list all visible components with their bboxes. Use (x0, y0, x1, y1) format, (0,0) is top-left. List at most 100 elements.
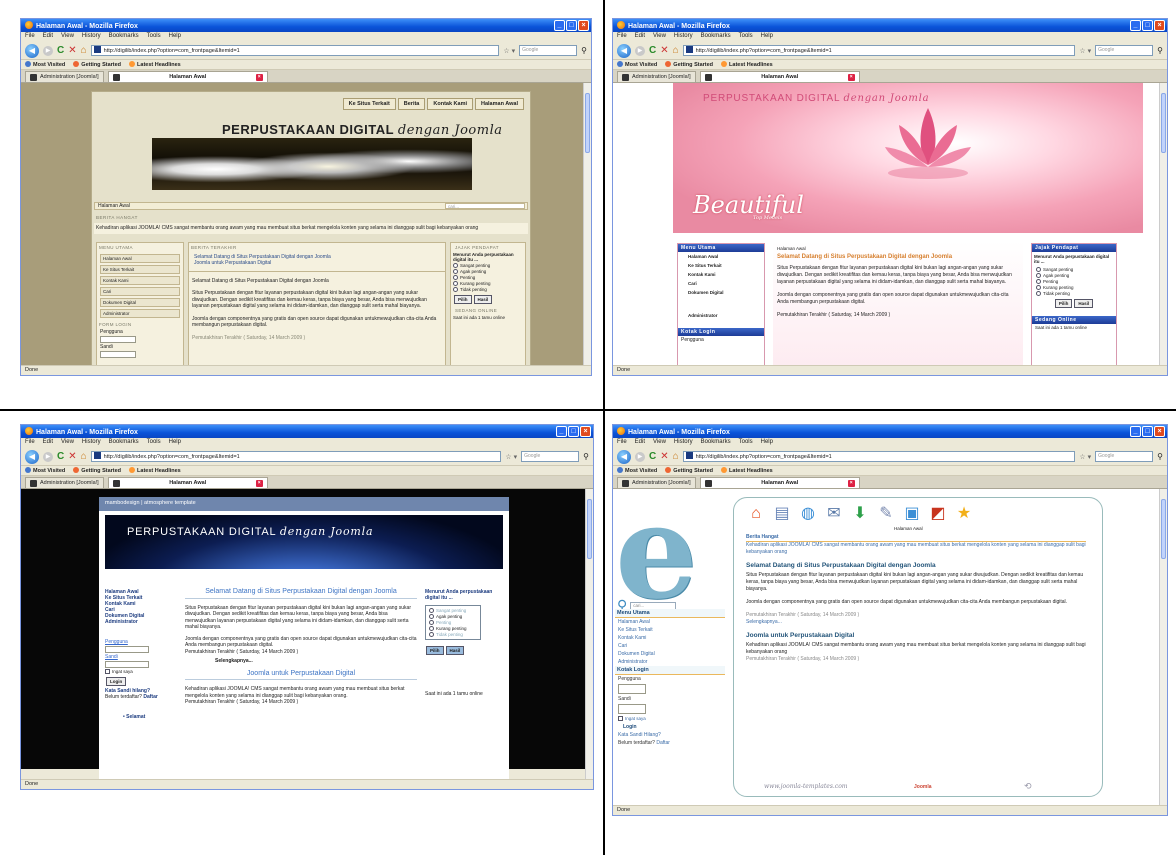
site1-menu-item[interactable]: Halaman Awal (475, 98, 524, 110)
username-field[interactable] (105, 646, 149, 653)
stop-icon[interactable]: ✕ (660, 45, 668, 56)
menu-history[interactable]: History (674, 33, 693, 39)
bookmark-star-icon[interactable]: ☆ ▾ (505, 453, 517, 461)
menu-bookmarks[interactable]: Bookmarks (701, 33, 731, 39)
sidebar-item[interactable]: Cari (615, 642, 725, 650)
back-button[interactable]: ◀ (25, 43, 39, 58)
remember-checkbox[interactable]: Ingat saya (105, 669, 175, 674)
latest-news-link[interactable]: Joomla untuk Perpustakaan Digital (189, 260, 445, 267)
tools-icon[interactable]: ✎ (876, 504, 896, 524)
star-icon[interactable]: ★ (954, 504, 974, 524)
bookmark-most-visited[interactable]: Most Visited (617, 61, 657, 68)
forgot-password-link[interactable]: Kata Sandi Hilang? (615, 731, 725, 739)
pdf-icon[interactable]: ◩ (928, 504, 948, 524)
menu-help[interactable]: Help (761, 439, 773, 445)
maximize-button[interactable]: □ (1142, 426, 1153, 437)
menu-edit[interactable]: Edit (43, 439, 53, 445)
menu-file[interactable]: File (617, 33, 627, 39)
sidebar-item[interactable]: Halaman Awal (615, 618, 725, 626)
reload-icon[interactable]: C (57, 451, 64, 462)
bookmark-most-visited[interactable]: Most Visited (617, 467, 657, 474)
menu-bookmarks[interactable]: Bookmarks (109, 33, 139, 39)
bookmark-getting-started[interactable]: Getting Started (665, 61, 713, 68)
menu-bookmarks[interactable]: Bookmarks (109, 439, 139, 445)
scrollbar[interactable] (585, 489, 593, 779)
tab-halaman-awal[interactable]: Halaman Awal × (107, 71, 268, 82)
bookmark-latest-headlines[interactable]: Latest Headlines (721, 61, 773, 68)
bookmark-getting-started[interactable]: Getting Started (665, 467, 713, 474)
globe-icon[interactable]: ◍ (798, 504, 818, 524)
back-button[interactable]: ◀ (617, 449, 631, 464)
menu-history[interactable]: History (82, 33, 101, 39)
home-icon[interactable]: ⌂ (673, 45, 679, 56)
bookmark-star-icon[interactable]: ☆ ▾ (1079, 453, 1091, 461)
menu-help[interactable]: Help (169, 439, 181, 445)
tab-halaman-awal[interactable]: Halaman Awal × (699, 71, 860, 82)
username-field[interactable] (100, 336, 136, 343)
login-button[interactable]: Login (106, 677, 127, 686)
scrollbar[interactable] (1159, 489, 1167, 805)
tab-halaman-awal[interactable]: Halaman Awal × (699, 477, 860, 488)
vote-button[interactable]: Pilih (1054, 299, 1073, 308)
tab-close-icon[interactable]: × (847, 479, 855, 487)
forward-button[interactable]: ▶ (635, 45, 645, 56)
menu-edit[interactable]: Edit (43, 33, 53, 39)
readmore-link[interactable]: Selengkapnya... (746, 619, 1086, 626)
poll-option[interactable]: Sangat penting (1036, 267, 1112, 272)
poll-option[interactable]: Penting (1036, 279, 1112, 284)
stop-icon[interactable]: ✕ (68, 45, 76, 56)
menu-tools[interactable]: Tools (739, 439, 753, 445)
sidebar-item[interactable]: Dokumen Digital (615, 650, 725, 658)
download-icon[interactable]: ⬇ (850, 504, 870, 524)
search-icon[interactable]: ⚲ (1157, 452, 1163, 461)
menu-view[interactable]: View (653, 439, 666, 445)
maximize-button[interactable]: □ (1142, 20, 1153, 31)
poll-option[interactable]: Tidak penting (1036, 291, 1112, 296)
result-button[interactable]: Hasil (445, 646, 465, 655)
tab-halaman-awal[interactable]: Halaman Awal × (107, 477, 268, 488)
maximize-button[interactable]: □ (566, 20, 577, 31)
vote-button[interactable]: Pilih (454, 295, 472, 304)
bookmark-getting-started[interactable]: Getting Started (73, 467, 121, 474)
maximize-button[interactable]: □ (568, 426, 579, 437)
poll-option[interactable]: Sangat penting (429, 608, 477, 613)
password-field[interactable] (618, 704, 646, 714)
bookmark-star-icon[interactable]: ☆ ▾ (503, 47, 515, 55)
list-item[interactable]: • Selamat (105, 714, 175, 720)
menu-history[interactable]: History (674, 439, 693, 445)
stop-icon[interactable]: ✕ (660, 451, 668, 462)
minimize-button[interactable]: _ (1130, 426, 1141, 437)
refresh-icon[interactable]: ⟲ (1024, 781, 1032, 792)
menu-view[interactable]: View (61, 439, 74, 445)
search-input[interactable]: cari... (445, 203, 525, 209)
menu-tools[interactable]: Tools (739, 33, 753, 39)
poll-option[interactable]: Kurang penting (453, 281, 523, 286)
minimize-button[interactable]: _ (554, 20, 565, 31)
forward-button[interactable]: ▶ (43, 45, 53, 56)
sidebar-item[interactable]: Halaman Awal (678, 252, 764, 261)
mail-icon[interactable]: ✉ (824, 504, 844, 524)
password-field[interactable] (100, 351, 136, 358)
search-input[interactable]: Google (1095, 451, 1154, 462)
poll-option[interactable]: Tidak penting (453, 287, 523, 292)
menu-file[interactable]: File (25, 33, 35, 39)
bookmark-latest-headlines[interactable]: Latest Headlines (129, 61, 181, 68)
home-icon[interactable]: ⌂ (81, 451, 87, 462)
menu-file[interactable]: File (25, 439, 35, 445)
forward-button[interactable]: ▶ (635, 451, 645, 462)
tab-administration[interactable]: Administration [Joomla!] (25, 477, 104, 488)
bookmark-star-icon[interactable]: ☆ ▾ (1079, 47, 1091, 55)
url-input[interactable]: http://digilib/index.php?option=com_fron… (90, 451, 502, 462)
tab-close-icon[interactable]: × (255, 73, 263, 81)
sidebar-item[interactable]: Ke Situs Terkait (615, 626, 725, 634)
remember-checkbox[interactable]: Ingat saya (615, 715, 725, 722)
menu-tools[interactable]: Tools (147, 33, 161, 39)
register-link[interactable]: Daftar (656, 740, 670, 746)
minimize-button[interactable]: _ (1130, 20, 1141, 31)
url-input[interactable]: http://digilib/index.php?option=com_fron… (682, 451, 1076, 462)
poll-option[interactable]: Agak penting (1036, 273, 1112, 278)
site1-menu-item[interactable]: Berita (397, 98, 426, 110)
menu-help[interactable]: Help (761, 33, 773, 39)
poll-option[interactable]: Agak penting (453, 269, 523, 274)
reload-icon[interactable]: C (649, 45, 656, 56)
